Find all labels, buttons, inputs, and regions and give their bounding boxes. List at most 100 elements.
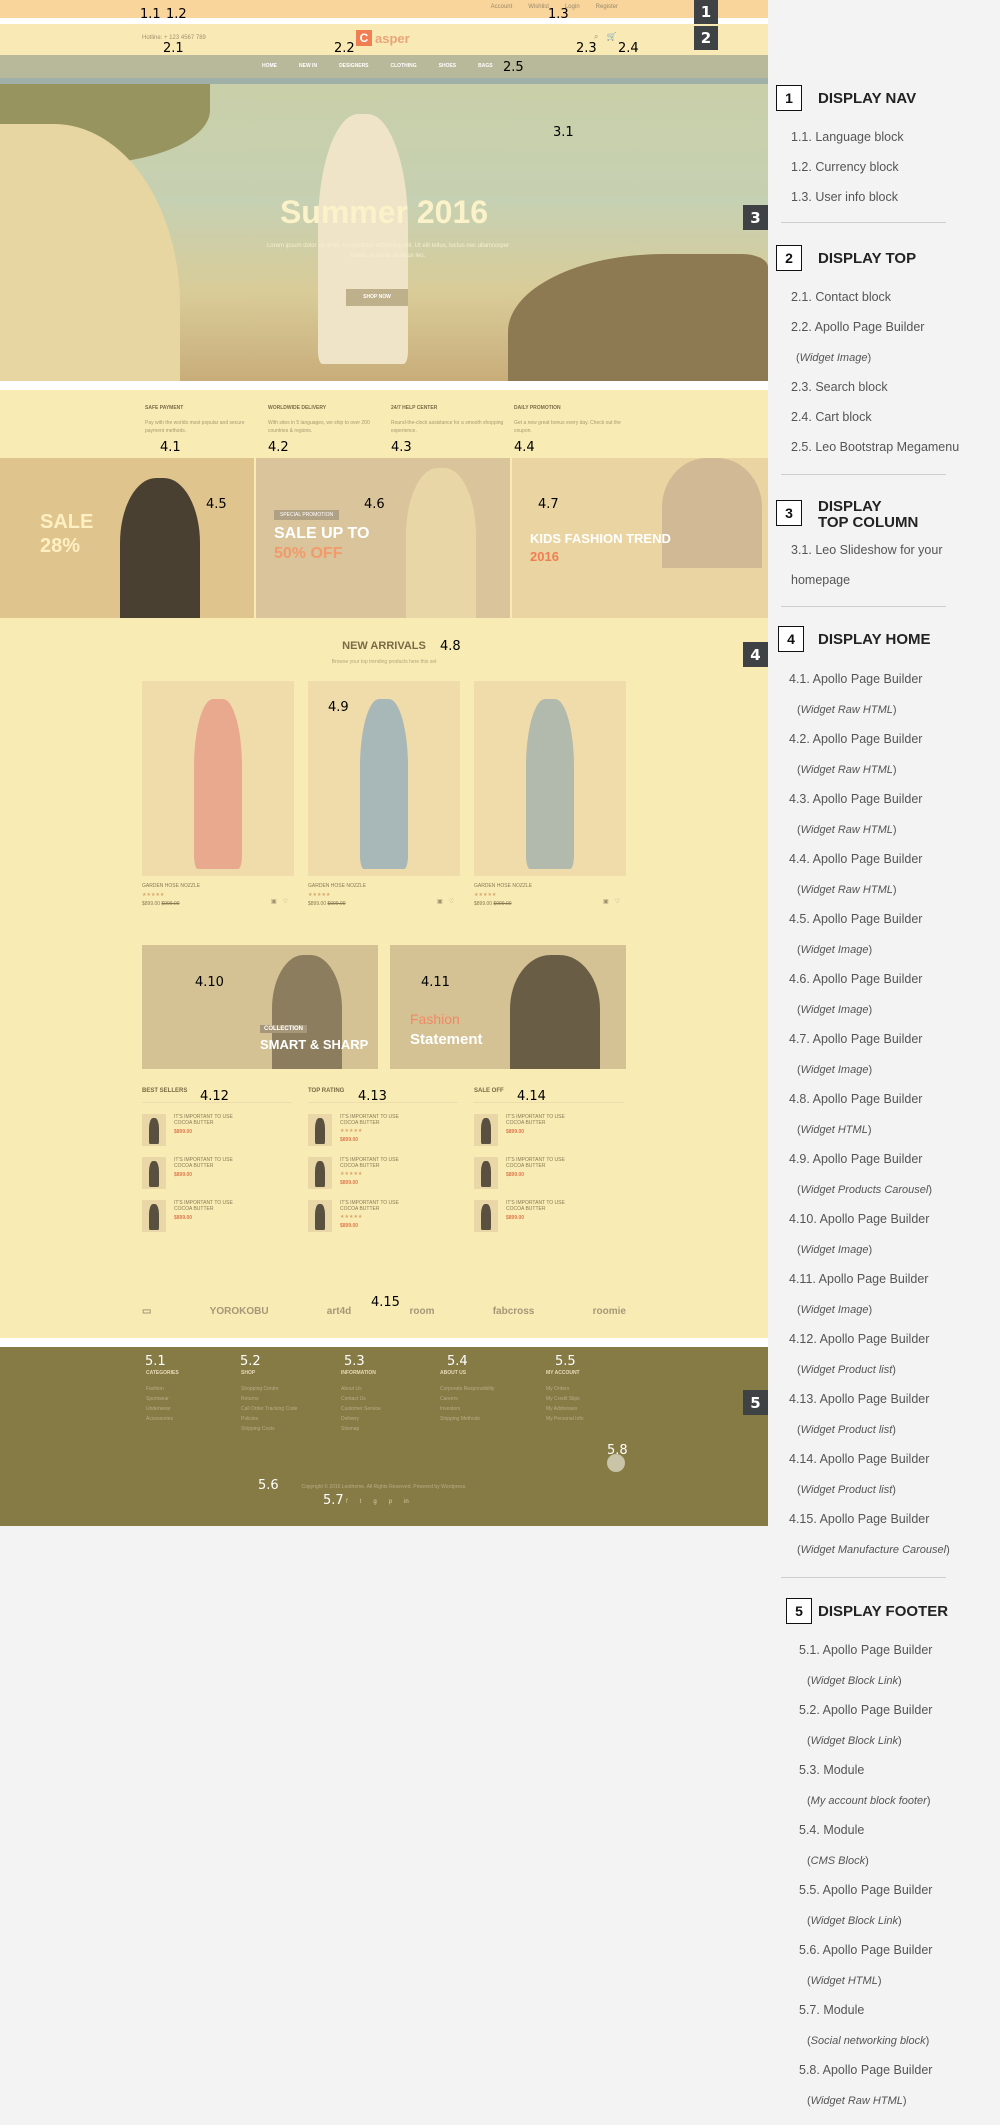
banner-mens-sale[interactable]: SALE 28% [0,458,254,618]
list-item-name[interactable]: IT'S IMPORTANT TO USE COCOA BUTTER [506,1200,576,1212]
footer-link[interactable]: My Credit Slips [546,1396,636,1402]
footer-link[interactable]: Corporate Responsibility [440,1386,530,1392]
list-item[interactable]: IT'S IMPORTANT TO USE COCOA BUTTER ★★★★★ $… [308,1157,458,1189]
facebook-icon[interactable]: f [346,1499,348,1505]
footer-link[interactable]: Underwear [146,1406,236,1412]
menu-item-clothing[interactable]: CLOTHING [391,63,417,69]
heart-icon[interactable]: ♡ [283,898,288,905]
footer-link[interactable]: Careers [440,1396,530,1402]
list-item[interactable]: IT'S IMPORTANT TO USE COCOA BUTTER $899.0… [474,1157,624,1189]
legend-item-sub-text: Widget Raw HTML [800,764,893,776]
list-item-name[interactable]: IT'S IMPORTANT TO USE COCOA BUTTER [174,1157,244,1169]
list-item-thumb[interactable] [474,1200,498,1232]
product-name[interactable]: GARDEN HOSE NOZZLE [308,883,460,889]
menu-item-designers[interactable]: DESIGNERS [339,63,368,69]
list-item-name[interactable]: IT'S IMPORTANT TO USE COCOA BUTTER [340,1114,410,1126]
list-item-thumb[interactable] [142,1157,166,1189]
list-item[interactable]: IT'S IMPORTANT TO USE COCOA BUTTER $899.0… [142,1157,292,1189]
footer-copyright: Copyright © 2016 Leotheme. All Rights Re… [301,1484,467,1490]
twitter-icon[interactable]: t [360,1499,362,1505]
new-arrivals-title: NEW ARRIVALS [342,640,426,652]
list-item-name[interactable]: IT'S IMPORTANT TO USE COCOA BUTTER [340,1200,410,1212]
product-name[interactable]: GARDEN HOSE NOZZLE [142,883,294,889]
cart-icon[interactable]: ▣ [603,898,609,905]
product-card[interactable]: GARDEN HOSE NOZZLE ★★★★★ $899.00 $999.00… [474,681,626,909]
list-item[interactable]: IT'S IMPORTANT TO USE COCOA BUTTER $899.0… [474,1200,624,1232]
footer-link[interactable]: My Personal Info [546,1416,636,1422]
brand-logo[interactable]: YOROKOBU [210,1306,269,1317]
list-item-thumb[interactable] [142,1200,166,1232]
product-name[interactable]: GARDEN HOSE NOZZLE [474,883,626,889]
brand-logo[interactable]: art4d [327,1306,351,1317]
footer-link[interactable]: Investors [440,1406,530,1412]
footer-link[interactable]: Call Order Tracking Code [241,1406,331,1412]
heart-icon[interactable]: ♡ [449,898,454,905]
shop-now-button[interactable]: SHOP NOW [346,289,408,306]
list-item-name[interactable]: IT'S IMPORTANT TO USE COCOA BUTTER [174,1114,244,1126]
wishlist-link[interactable]: Wishlist [528,4,549,10]
list-item-thumb[interactable] [142,1114,166,1146]
list-item[interactable]: IT'S IMPORTANT TO USE COCOA BUTTER $899.0… [474,1114,624,1146]
site-logo[interactable]: C asper [356,30,410,46]
footer-link[interactable]: Sitemap [341,1426,431,1432]
product-card[interactable]: GARDEN HOSE NOZZLE ★★★★★ $899.00 $999.00… [308,681,460,909]
footer-link[interactable]: Shopping Centre [241,1386,331,1392]
footer-link[interactable]: Shipping Costs [241,1426,331,1432]
fashion-subtitle: Statement [410,1031,483,1048]
footer-link[interactable]: Sportwear [146,1396,236,1402]
menu-item-home[interactable]: HOME [262,63,277,69]
kids-trend-year: 2016 [530,549,559,564]
list-item[interactable]: IT'S IMPORTANT TO USE COCOA BUTTER ★★★★★ $… [308,1114,458,1146]
menu-item-new-in[interactable]: NEW IN [299,63,317,69]
banner-kids-fashion[interactable]: KIDS FASHION TREND 2016 [512,458,768,618]
hero-slideshow[interactable]: Summer 2016 Lorem ipsum dolor sit amet, … [0,84,768,381]
banner-model-image [120,478,200,618]
heart-icon[interactable]: ♡ [615,898,620,905]
banner-smart-sharp[interactable]: COLLECTION SMART & SHARP [142,945,378,1069]
footer-link[interactable]: My Addresses [546,1406,636,1412]
linkedin-icon[interactable]: in [404,1499,409,1505]
product-actions: ▣ ♡ [437,898,454,905]
cart-icon[interactable]: ▣ [271,898,277,905]
list-item-thumb[interactable] [474,1157,498,1189]
list-item[interactable]: IT'S IMPORTANT TO USE COCOA BUTTER $899.0… [142,1114,292,1146]
product-image[interactable] [474,681,626,876]
account-link[interactable]: Account [491,4,513,10]
footer-link[interactable]: Policies [241,1416,331,1422]
cart-icon[interactable]: 🛒 [606,32,616,42]
list-item-thumb[interactable] [474,1114,498,1146]
list-item-thumb[interactable] [308,1157,332,1189]
google-icon[interactable]: g [373,1499,376,1505]
list-item-name[interactable]: IT'S IMPORTANT TO USE COCOA BUTTER [506,1114,576,1126]
product-card[interactable]: GARDEN HOSE NOZZLE ★★★★★ $899.00 $999.00… [142,681,294,909]
list-item-name[interactable]: IT'S IMPORTANT TO USE COCOA BUTTER [506,1157,576,1169]
pinterest-icon[interactable]: p [389,1499,392,1505]
footer-link[interactable]: Customer Service [341,1406,431,1412]
footer-link[interactable]: Returns [241,1396,331,1402]
brand-logo[interactable]: roomie [593,1306,626,1317]
register-link[interactable]: Register [596,4,618,10]
banner-fashion-statement[interactable]: Fashion Statement [390,945,626,1069]
footer-link[interactable]: Contact Us [341,1396,431,1402]
brand-logo[interactable]: room [409,1306,434,1317]
list-item-name[interactable]: IT'S IMPORTANT TO USE COCOA BUTTER [174,1200,244,1212]
list-item[interactable]: IT'S IMPORTANT TO USE COCOA BUTTER ★★★★★ $… [308,1200,458,1232]
footer-link[interactable]: My Orders [546,1386,636,1392]
list-item-thumb[interactable] [308,1200,332,1232]
menu-item-bags[interactable]: BAGS [478,63,492,69]
footer-link[interactable]: Shipping Methods [440,1416,530,1422]
cart-icon[interactable]: ▣ [437,898,443,905]
footer-link[interactable]: Delivery [341,1416,431,1422]
brand-logo[interactable]: ▭ [142,1306,151,1317]
list-item-thumb[interactable] [308,1114,332,1146]
banner-special-promotion[interactable]: SPECIAL PROMOTION SALE UP TO 50% OFF [256,458,510,618]
product-image[interactable] [142,681,294,876]
legend-number: 4 [778,626,804,652]
footer-link[interactable]: About Us [341,1386,431,1392]
list-item[interactable]: IT'S IMPORTANT TO USE COCOA BUTTER $899.0… [142,1200,292,1232]
list-item-name[interactable]: IT'S IMPORTANT TO USE COCOA BUTTER [340,1157,410,1169]
footer-link[interactable]: Fashion [146,1386,236,1392]
footer-link[interactable]: Accessories [146,1416,236,1422]
brand-logo[interactable]: fabcross [493,1306,535,1317]
menu-item-shoes[interactable]: SHOES [439,63,457,69]
